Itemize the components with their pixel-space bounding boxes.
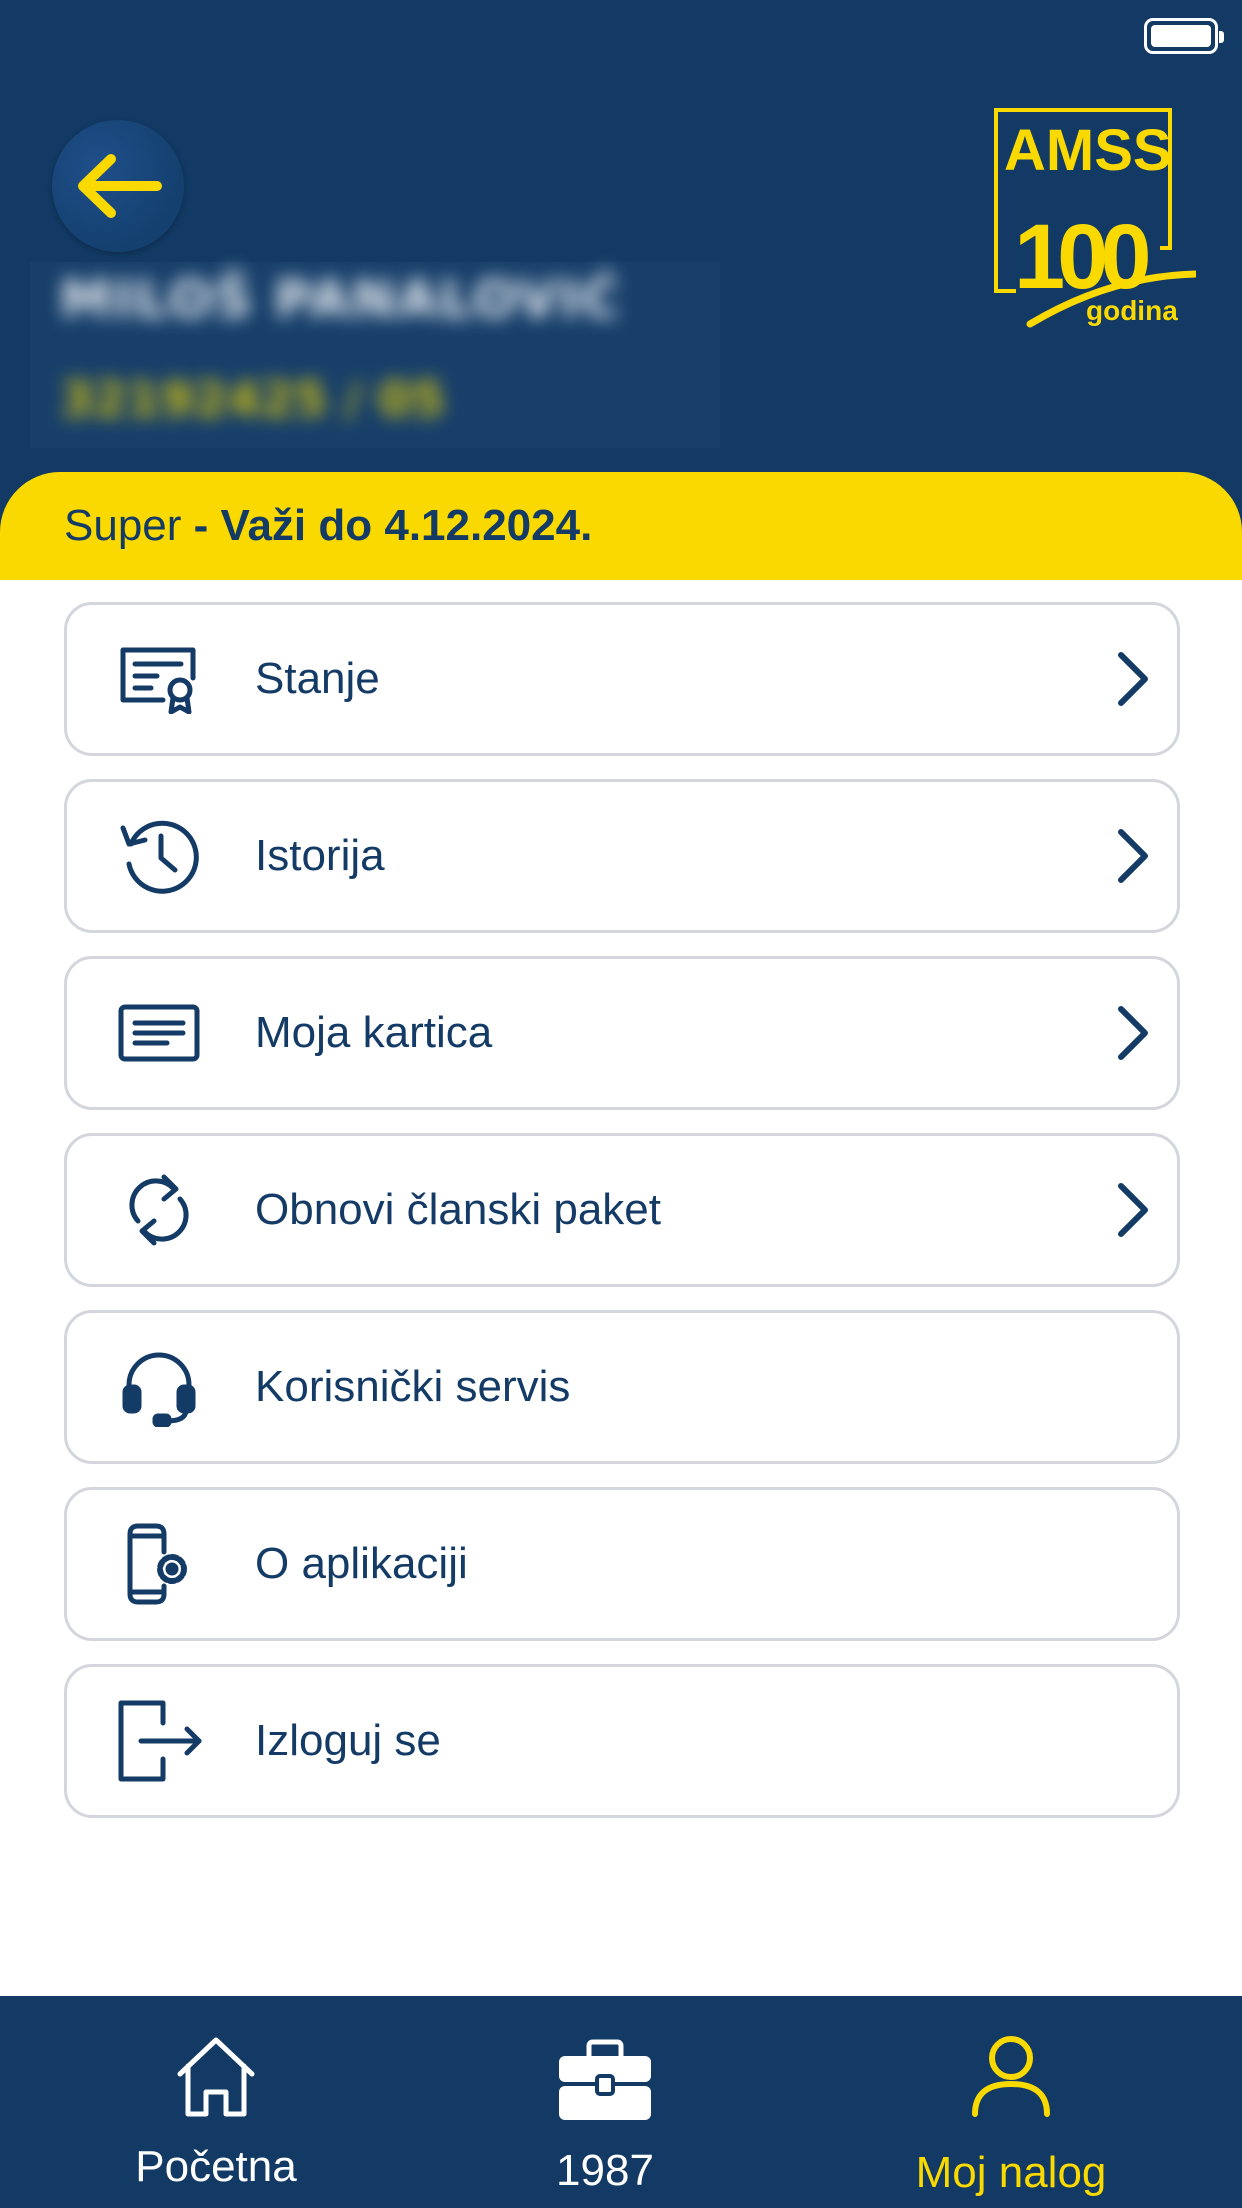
chevron-right-icon [1118,1006,1148,1060]
menu-item-label: Moja kartica [255,1008,493,1057]
menu-item-label: Obnovi članski paket [255,1185,661,1234]
back-button[interactable] [52,120,184,252]
profile-name: MILOŠ PANALOVIĆ [60,270,622,330]
membership-banner: Super - Važi do 4.12.2024. [0,472,1242,580]
menu-item-istorija[interactable]: Istorija [64,779,1180,933]
card-icon [115,989,203,1077]
menu-item-label: Izloguj se [255,1716,441,1765]
menu-item-o-aplikaciji[interactable]: O aplikaciji [64,1487,1180,1641]
menu-item-label: O aplikaciji [255,1539,468,1588]
certificate-icon [115,635,203,723]
tab-label: 1987 [556,2146,654,2195]
menu-item-korisnicki-servis[interactable]: Korisnički servis [64,1310,1180,1464]
tab-pocetna[interactable]: Početna [66,1996,366,2208]
profile-id: 32192425 / 05 [60,372,445,428]
chevron-right-icon [1118,1183,1148,1237]
account-menu: Stanje Istorija Moja kartica Obnovi član… [64,602,1180,1841]
logo-subtitle: godina [1086,295,1178,326]
battery-full-icon [1144,18,1224,54]
profile-info: MILOŠ PANALOVIĆ 32192425 / 05 [30,262,720,448]
menu-item-label: Istorija [255,831,385,880]
tab-moj-nalog[interactable]: Moj nalog [861,1996,1161,2208]
phone-settings-icon [115,1520,203,1608]
user-icon [972,2036,1050,2117]
menu-item-stanje[interactable]: Stanje [64,602,1180,756]
menu-item-moja-kartica[interactable]: Moja kartica [64,956,1180,1110]
membership-validity: - Važi do 4.12.2024. [181,501,593,550]
home-icon [177,2037,255,2117]
logo-brand: AMSS [1004,118,1172,183]
bottom-tab-bar: Početna 1987 Moj nalog [0,1996,1242,2208]
chevron-right-icon [1118,829,1148,883]
logo-number: 100 [1014,206,1148,308]
chevron-right-icon [1118,652,1148,706]
headset-icon [115,1343,203,1431]
toolbox-icon [559,2039,651,2120]
menu-item-obnovi-paket[interactable]: Obnovi članski paket [64,1133,1180,1287]
menu-item-label: Korisnički servis [255,1362,571,1411]
membership-tier: Super [64,501,182,550]
logout-icon [115,1697,203,1785]
tab-1987[interactable]: 1987 [455,1996,755,2208]
history-icon [115,812,203,900]
tab-label: Moj nalog [915,2148,1107,2197]
arrow-left-icon [78,154,162,218]
menu-item-izloguj-se[interactable]: Izloguj se [64,1664,1180,1818]
menu-item-label: Stanje [255,654,380,703]
refresh-icon [115,1166,203,1254]
tab-label: Početna [135,2142,297,2191]
amss-100-logo: AMSS 100 godina [994,108,1196,328]
